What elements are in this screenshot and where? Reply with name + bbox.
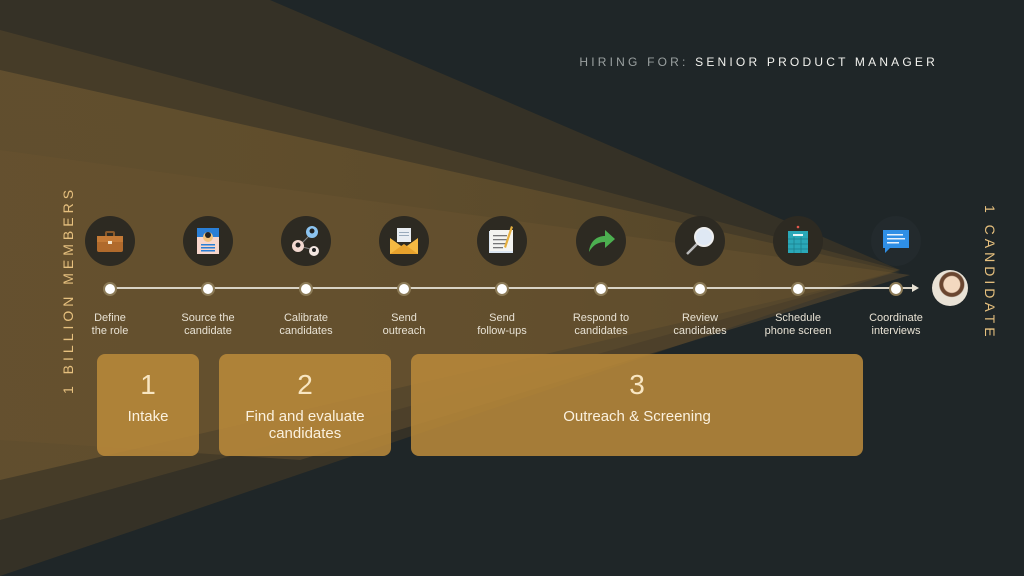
step-label: Send outreach: [382, 312, 426, 337]
profile-card-icon: [183, 216, 233, 266]
timeline-arrow-icon: [912, 284, 919, 292]
step-source-candidate: Source the candidate: [158, 216, 258, 337]
timeline-node: [103, 282, 117, 296]
step-label: Define the role: [91, 312, 129, 337]
phase-intake: 1 Intake: [97, 354, 199, 456]
people-network-icon: [281, 216, 331, 266]
timeline-node: [397, 282, 411, 296]
step-send-outreach: Send outreach: [354, 216, 454, 337]
envelope-icon: [379, 216, 429, 266]
funnel-start-label: 1 BILLION MEMBERS: [60, 185, 76, 395]
briefcase-icon: [85, 216, 135, 266]
step-coordinate: Coordinate interviews: [846, 216, 946, 337]
step-label: Coordinate interviews: [869, 312, 923, 337]
step-calibrate: Calibrate candidates: [256, 216, 356, 337]
phase-number: 1: [140, 369, 156, 400]
step-label: Respond to candidates: [572, 312, 630, 337]
timeline-node: [201, 282, 215, 296]
step-send-followups: Send follow-ups: [452, 216, 552, 337]
step-schedule: Schedule phone screen: [748, 216, 848, 337]
phase-number: 3: [629, 369, 645, 400]
step-label: Send follow-ups: [477, 312, 527, 337]
funnel-end-label: 1 CANDIDATE: [982, 205, 998, 341]
phase-name: Outreach & Screening: [563, 408, 711, 425]
candidate-avatar: [932, 270, 968, 306]
hiring-for-label: HIRING FOR:: [579, 55, 689, 69]
phase-name: Find and evaluate candidates: [245, 408, 365, 442]
step-label: Calibrate candidates: [279, 312, 333, 337]
magnifier-icon: [675, 216, 725, 266]
step-review: Review candidates: [650, 216, 750, 337]
chat-bubble-icon: [871, 216, 921, 266]
phase-number: 2: [297, 369, 313, 400]
notepad-pencil-icon: [477, 216, 527, 266]
timeline-node: [791, 282, 805, 296]
phase-name: Intake: [127, 408, 169, 425]
job-title: SENIOR PRODUCT MANAGER: [695, 55, 938, 69]
step-label: Schedule phone screen: [764, 312, 832, 337]
step-define-role: Define the role: [60, 216, 160, 337]
step-label: Review candidates: [673, 312, 727, 337]
reply-arrow-icon: [576, 216, 626, 266]
timeline-node: [495, 282, 509, 296]
timeline-node: [889, 282, 903, 296]
timeline-node: [299, 282, 313, 296]
step-respond: Respond to candidates: [551, 216, 651, 337]
calendar-icon: [773, 216, 823, 266]
step-label: Source the candidate: [181, 312, 235, 337]
phase-outreach-screening: 3 Outreach & Screening: [411, 354, 863, 456]
timeline-node: [693, 282, 707, 296]
phase-find-evaluate: 2 Find and evaluate candidates: [219, 354, 391, 456]
timeline-node: [594, 282, 608, 296]
hiring-for-header: HIRING FOR: SENIOR PRODUCT MANAGER: [579, 55, 938, 69]
